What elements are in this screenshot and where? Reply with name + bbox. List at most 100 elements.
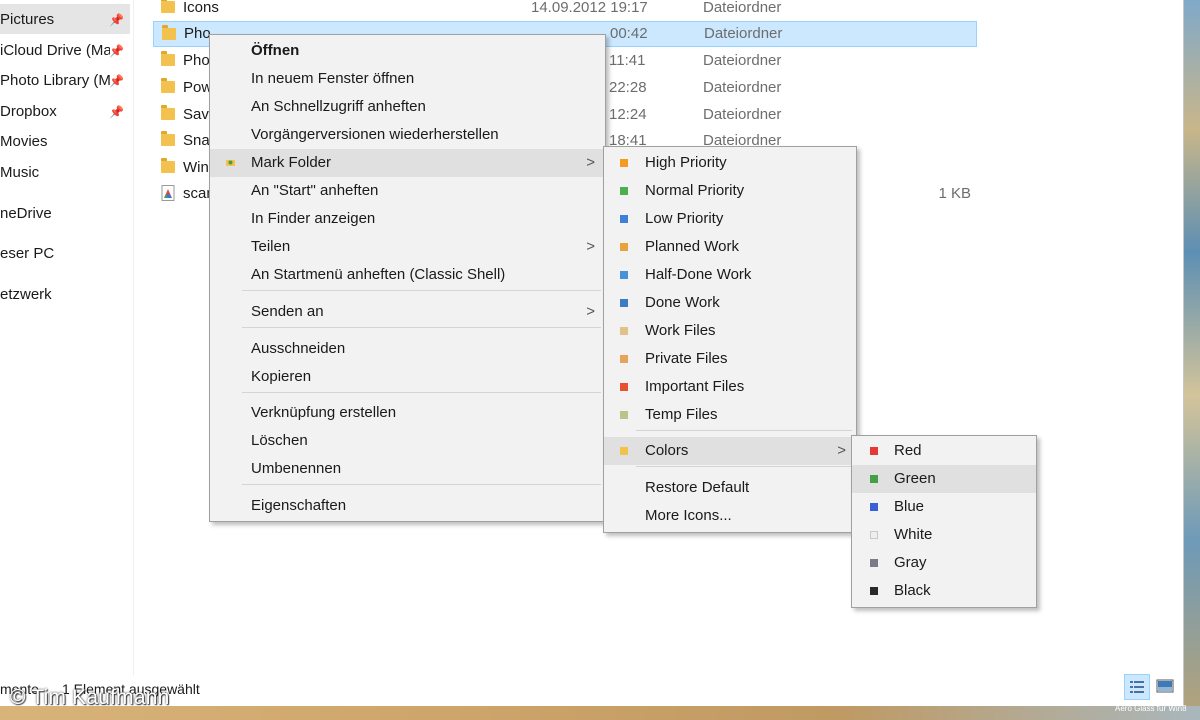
folder-icon [161,131,175,146]
folder-icon [161,51,175,66]
menu-item-label: Restore Default [645,479,750,496]
menu-item-create-shortcut[interactable]: Verknüpfung erstellen [210,399,605,427]
menu-item-copy[interactable]: Kopieren [210,363,605,391]
menu-item-open-new-window[interactable]: In neuem Fenster öffnen [210,65,605,93]
menu-item-pin-quick-access[interactable]: An Schnellzugriff anheften [210,93,605,121]
file-type: Dateiordner [703,0,782,16]
menu-item-cut[interactable]: Ausschneiden [210,335,605,363]
menu-item-label: Gray [894,554,927,571]
menu-item-label: Teilen [251,238,291,255]
chevron-right-icon: > [837,442,846,459]
pin-icon: 📌 [109,105,124,119]
menu-item-label: Öffnen [251,42,300,59]
large-icons-view-icon [1156,679,1174,693]
low-priority-folder-icon [620,215,628,223]
menu-item-pin-classic-shell[interactable]: An Startmenü anheften (Classic Shell) [210,261,605,289]
nav-item-label: eser PC [0,245,55,262]
document-icon [161,185,175,201]
large-icons-view-button[interactable] [1153,674,1179,700]
menu-item-gray[interactable]: Gray [852,549,1036,577]
menu-item-share[interactable]: Teilen > [210,233,605,261]
white-swatch-icon [870,531,878,539]
menu-item-normal-priority[interactable]: Normal Priority [604,177,856,205]
menu-item-mark-folder[interactable]: Mark Folder > [210,149,605,177]
menu-item-green[interactable]: Green [852,465,1036,493]
chevron-right-icon: > [586,154,595,171]
mark-folder-icon [226,160,235,166]
menu-item-label: Done Work [645,294,720,311]
menu-item-important-files[interactable]: Important Files [604,373,856,401]
menu-item-show-in-finder[interactable]: In Finder anzeigen [210,205,605,233]
menu-item-label: In neuem Fenster öffnen [251,70,415,87]
nav-item-dropbox[interactable]: Dropbox 📌 [0,97,130,127]
menu-item-red[interactable]: Red [852,437,1036,465]
nav-item-movies[interactable]: Movies [0,127,130,157]
menu-item-label: Vorgängerversionen wiederherstellen [251,126,499,143]
menu-item-blue[interactable]: Blue [852,493,1036,521]
menu-item-low-priority[interactable]: Low Priority [604,205,856,233]
menu-item-pin-start[interactable]: An "Start" anheften [210,177,605,205]
corner-caption: Aero Glass für Win8 [1115,704,1187,713]
menu-item-black[interactable]: Black [852,577,1036,605]
pin-icon: 📌 [109,74,124,88]
menu-item-white[interactable]: White [852,521,1036,549]
menu-item-label: Black [894,582,931,599]
red-swatch-icon [870,447,878,455]
nav-item-icloud-drive[interactable]: iCloud Drive (Ma 📌 [0,36,130,66]
planned-work-folder-icon [620,243,628,251]
menu-separator [242,484,601,485]
menu-item-done-work[interactable]: Done Work [604,289,856,317]
nav-item-music[interactable]: Music [0,158,130,188]
menu-item-label: An Schnellzugriff anheften [251,98,426,115]
menu-separator [242,392,601,393]
menu-item-label: Kopieren [251,368,312,385]
menu-item-restore-previous-versions[interactable]: Vorgängerversionen wiederherstellen [210,121,605,149]
private-files-folder-icon [620,355,628,363]
file-type: Dateiordner [704,25,783,42]
menu-item-half-done-work[interactable]: Half-Done Work [604,261,856,289]
file-row[interactable]: Icons 14.09.2012 19:17 Dateiordner [153,0,975,21]
menu-item-label: Eigenschaften [251,497,347,514]
menu-item-restore-default[interactable]: Restore Default [604,474,856,502]
nav-item-network[interactable]: etzwerk [0,280,130,310]
nav-item-label: Movies [0,133,48,150]
nav-item-label: iCloud Drive (Ma [0,42,110,59]
colors-folder-icon [620,447,628,455]
menu-item-label: Private Files [645,350,728,367]
menu-item-colors[interactable]: Colors > [604,437,856,465]
menu-item-high-priority[interactable]: High Priority [604,149,856,177]
menu-item-more-icons[interactable]: More Icons... [604,502,856,530]
menu-item-send-to[interactable]: Senden an > [210,298,605,326]
menu-item-label: Important Files [645,378,745,395]
menu-item-label: Work Files [645,322,716,339]
file-date: 12:24 [609,106,647,123]
nav-item-label: Music [0,164,40,181]
menu-separator [242,290,601,291]
file-name: Win [183,159,209,176]
menu-item-label: Normal Priority [645,182,745,199]
menu-item-open[interactable]: Öffnen [210,37,605,65]
menu-item-planned-work[interactable]: Planned Work [604,233,856,261]
menu-item-work-files[interactable]: Work Files [604,317,856,345]
file-type: Dateiordner [703,79,782,96]
details-view-button[interactable] [1124,674,1150,700]
navigation-pane: Pictures 📌 iCloud Drive (Ma 📌 Photo Libr… [0,0,134,706]
menu-item-label: Colors [645,442,689,459]
normal-priority-folder-icon [620,187,628,195]
menu-item-label: Red [894,442,922,459]
menu-item-label: Low Priority [645,210,724,227]
menu-item-properties[interactable]: Eigenschaften [210,492,605,520]
menu-item-private-files[interactable]: Private Files [604,345,856,373]
menu-item-delete[interactable]: Löschen [210,427,605,455]
nav-item-this-pc[interactable]: eser PC [0,239,130,269]
menu-item-label: Löschen [251,432,308,449]
nav-item-pictures[interactable]: Pictures 📌 [0,5,130,35]
menu-item-rename[interactable]: Umbenennen [210,455,605,483]
folder-icon [161,0,175,13]
menu-item-temp-files[interactable]: Temp Files [604,401,856,429]
nav-item-photo-library[interactable]: Photo Library (M 📌 [0,66,130,96]
done-work-folder-icon [620,299,628,307]
menu-item-label: Senden an [251,303,324,320]
nav-item-onedrive[interactable]: neDrive [0,199,130,229]
nav-item-label: Dropbox [0,103,57,120]
